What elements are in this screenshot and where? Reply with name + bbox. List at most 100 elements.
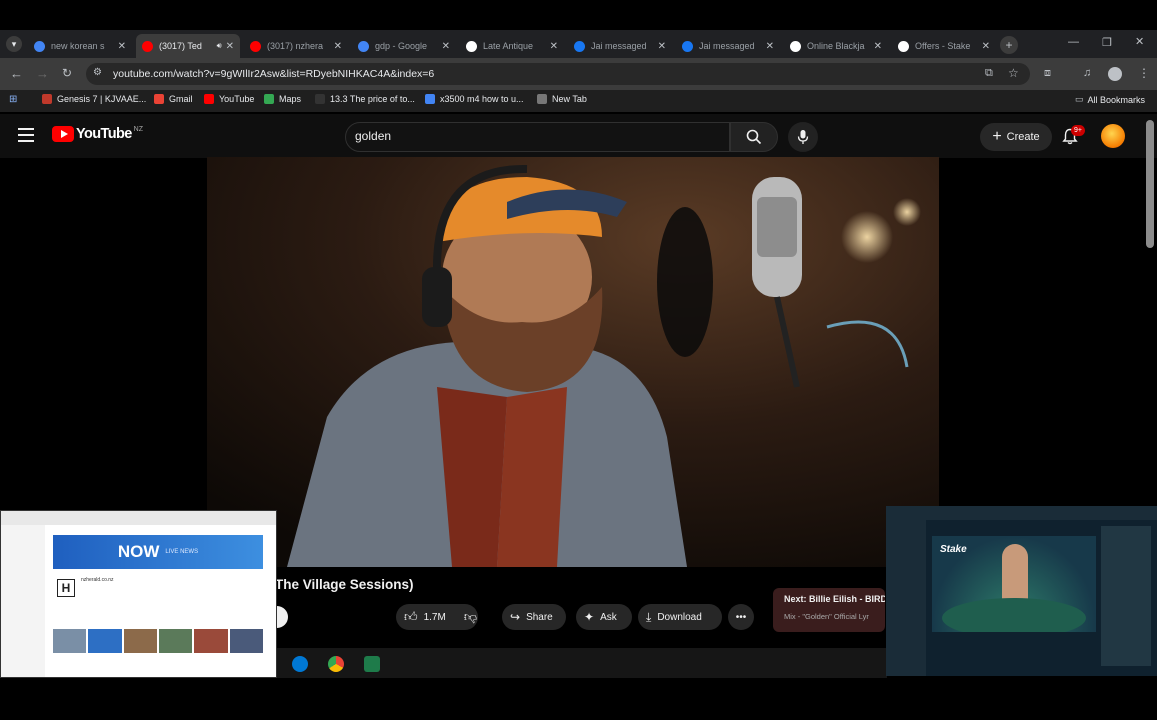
restore-icon[interactable]: ❐: [1102, 36, 1112, 49]
create-button[interactable]: + Create: [980, 123, 1052, 151]
tab-title: new korean s: [51, 41, 105, 51]
menu-kebab-icon[interactable]: ⋮: [1138, 66, 1150, 80]
tab-2[interactable]: (3017) Ted 🔊︎ ✕: [136, 34, 240, 58]
bookmark-item[interactable]: Maps: [264, 94, 301, 104]
apps-grid-icon[interactable]: ⊞: [9, 94, 17, 105]
bookmark-star-icon[interactable]: ☆: [1008, 66, 1019, 80]
download-button[interactable]: ⤓ Download: [638, 604, 722, 630]
tab-close-icon[interactable]: ✕: [658, 41, 666, 52]
tab-1[interactable]: new korean s ✕: [28, 34, 132, 58]
extensions-icon[interactable]: ⧈: [1044, 67, 1051, 80]
tab-close-icon[interactable]: ✕: [118, 41, 126, 52]
tab-9[interactable]: Offers - Stake ✕: [892, 34, 996, 58]
tab-search-button[interactable]: ▾: [6, 36, 22, 52]
wikipedia-icon: [466, 40, 477, 52]
app-icon[interactable]: [364, 656, 380, 672]
back-icon[interactable]: ←: [10, 66, 23, 81]
hamburger-menu-icon[interactable]: [18, 128, 34, 142]
pip-titlebar: [1, 511, 276, 525]
up-next-subtitle: Mix - "Golden" Official Lyr: [784, 612, 869, 621]
bookmark-item[interactable]: x3500 m4 how to u...: [425, 94, 524, 104]
reload-icon[interactable]: ↻: [62, 66, 72, 80]
tab-title: (3017) nzhera: [267, 41, 324, 51]
bookmark-favicon-icon: [264, 94, 274, 104]
outlook-icon[interactable]: [292, 656, 308, 672]
tab-close-icon[interactable]: ✕: [442, 41, 450, 52]
all-bookmarks[interactable]: ▭ All Bookmarks: [1075, 94, 1145, 105]
url-text[interactable]: youtube.com/watch?v=9gWIlIr2Asw&list=RDy…: [113, 68, 434, 80]
like-dislike-group: 👍︎ 1.7M 👎︎: [396, 604, 478, 630]
share-button[interactable]: ↪ Share: [502, 604, 566, 630]
tab-title: (3017) Ted: [159, 41, 202, 51]
bookmark-item[interactable]: 13.3 The price of to...: [315, 94, 415, 104]
pip-titlebar: [886, 506, 1157, 520]
pip-window-news[interactable]: NOW LIVE NEWS H nzherald.co.nz: [0, 510, 277, 678]
search-button[interactable]: [730, 122, 778, 152]
google-icon: [358, 40, 369, 52]
tab-4[interactable]: gdp - Google ✕: [352, 34, 456, 58]
search-input[interactable]: [345, 122, 730, 152]
google-icon: [34, 40, 45, 52]
account-avatar[interactable]: [1101, 124, 1125, 148]
notification-badge: 9+: [1071, 125, 1085, 136]
up-next-card[interactable]: Next: Billie Eilish - BIRD Mix - "Golden…: [773, 588, 885, 632]
pip-news-banner: NOW LIVE NEWS: [53, 535, 263, 569]
bookmark-item[interactable]: Gmail: [154, 94, 193, 104]
download-icon: ⤓: [646, 609, 652, 624]
forward-icon[interactable]: →: [36, 66, 49, 81]
folder-icon: ▭: [1075, 94, 1084, 104]
youtube-logo[interactable]: YouTube NZ: [52, 126, 143, 142]
thumbs-up-icon: 👍︎: [404, 609, 418, 624]
blackjack-table: [942, 598, 1086, 632]
tab-close-icon[interactable]: ✕: [982, 41, 990, 52]
stake-icon: [790, 40, 801, 52]
search-query: golden: [355, 129, 392, 143]
more-actions-button[interactable]: •••: [728, 604, 754, 630]
bookmark-item[interactable]: New Tab: [537, 94, 587, 104]
site-info-icon[interactable]: ⚙: [93, 67, 102, 78]
close-window-icon[interactable]: ✕: [1135, 35, 1144, 48]
youtube-play-icon: [52, 126, 74, 142]
tab-strip: ▾ new korean s ✕ (3017) Ted 🔊︎ ✕ (3017) nzher…: [0, 30, 1157, 58]
profile-avatar[interactable]: [1108, 67, 1122, 81]
media-icon[interactable]: ♫: [1083, 67, 1091, 79]
pip-window-casino[interactable]: Stake: [886, 506, 1157, 676]
new-tab-button[interactable]: +: [1000, 36, 1018, 54]
pip-chat-panel: [1101, 526, 1151, 666]
tab-6[interactable]: Jai messaged ✕: [568, 34, 672, 58]
tab-title: gdp - Google: [375, 41, 428, 51]
page-scrollbar[interactable]: [1146, 120, 1154, 248]
tab-close-icon[interactable]: ✕: [766, 41, 774, 52]
voice-search-button[interactable]: [788, 122, 818, 152]
tab-close-icon[interactable]: ✕: [334, 41, 342, 52]
minimize-icon[interactable]: —: [1068, 36, 1079, 48]
tab-7[interactable]: Jai messaged ✕: [676, 34, 780, 58]
install-icon[interactable]: ⧉: [985, 67, 993, 80]
pip-sidebar: [1, 525, 45, 677]
like-button[interactable]: 👍︎ 1.7M: [404, 609, 446, 625]
pip-sidebar: [886, 520, 926, 676]
tab-3[interactable]: (3017) nzhera ✕: [244, 34, 348, 58]
bookmark-item[interactable]: YouTube: [204, 94, 254, 104]
dislike-button[interactable]: 👎︎: [464, 609, 477, 625]
speaker-icon[interactable]: 🔊︎: [217, 41, 222, 51]
chrome-icon[interactable]: [328, 656, 344, 672]
video-player[interactable]: [207, 157, 939, 567]
tab-5[interactable]: Late Antique ✕: [460, 34, 564, 58]
tab-title: Late Antique: [483, 41, 534, 51]
tab-8[interactable]: Online Blackja ✕: [784, 34, 888, 58]
more-horizontal-icon: •••: [735, 611, 747, 623]
stake-icon: [898, 40, 909, 52]
bookmark-favicon-icon: [425, 94, 435, 104]
ask-button[interactable]: ✦ Ask: [576, 604, 632, 630]
bookmark-item[interactable]: Genesis 7 | KJVAAE...: [42, 94, 146, 104]
dealer: [1002, 544, 1028, 604]
bookmark-favicon-icon: [537, 94, 547, 104]
tab-close-icon[interactable]: ✕: [226, 41, 234, 52]
tab-title: Online Blackja: [807, 41, 865, 51]
bookmark-favicon-icon: [204, 94, 214, 104]
tab-title: Jai messaged: [591, 41, 647, 51]
tab-close-icon[interactable]: ✕: [874, 41, 882, 52]
tab-close-icon[interactable]: ✕: [550, 41, 558, 52]
youtube-icon: [250, 40, 261, 52]
